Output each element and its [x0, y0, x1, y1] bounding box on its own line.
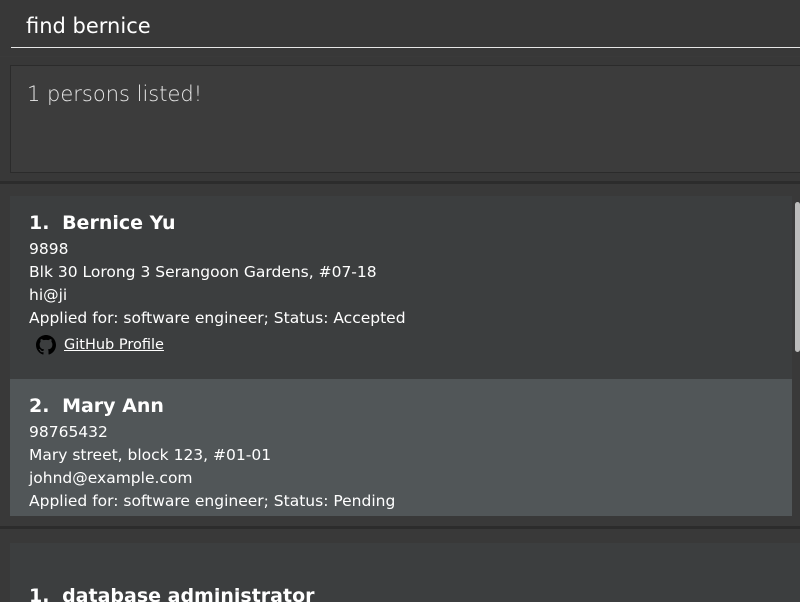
person-address: Mary street, block 123, #01-01 [29, 446, 272, 464]
job-title-row: 1. database administrator [29, 585, 781, 602]
person-name-row: 1. Bernice Yu [29, 212, 773, 234]
person-application: Applied for: software engineer; Status: … [29, 309, 406, 327]
result-display: 1 persons listed! [10, 65, 800, 173]
scrollbar-thumb[interactable] [795, 202, 800, 352]
person-phone: 98765432 [29, 423, 108, 441]
result-panel: 1 persons listed! [0, 57, 800, 181]
person-index: 2. [29, 395, 50, 417]
person-name: Mary Ann [62, 395, 164, 417]
github-row: GitHub Profile [36, 335, 773, 355]
job-list-panel: 1. database administrator [0, 529, 800, 602]
github-profile-link[interactable]: GitHub Profile [64, 337, 164, 353]
person-application: Applied for: software engineer; Status: … [29, 492, 396, 510]
person-name: Bernice Yu [62, 212, 176, 234]
person-index: 1. [29, 212, 50, 234]
person-address: Blk 30 Lorong 3 Serangoon Gardens, #07-1… [29, 263, 377, 281]
person-name-row: 2. Mary Ann [29, 395, 773, 417]
person-card[interactable]: 1. Bernice Yu 9898 Blk 30 Lorong 3 Seran… [10, 196, 792, 379]
job-card[interactable]: 1. database administrator [10, 543, 800, 602]
person-email: johnd@example.com [29, 469, 193, 487]
person-card[interactable]: 2. Mary Ann 98765432 Mary street, block … [10, 379, 792, 516]
person-list[interactable]: 1. Bernice Yu 9898 Blk 30 Lorong 3 Seran… [10, 196, 792, 516]
github-icon [36, 335, 56, 355]
command-box: find bernice [0, 0, 800, 56]
command-input[interactable]: find bernice [11, 4, 800, 48]
person-list-panel: 1. Bernice Yu 9898 Blk 30 Lorong 3 Seran… [0, 184, 800, 526]
job-title: database administrator [62, 585, 315, 602]
person-email: hi@ji [29, 286, 68, 304]
person-phone: 9898 [29, 240, 69, 258]
job-index: 1. [29, 585, 50, 602]
